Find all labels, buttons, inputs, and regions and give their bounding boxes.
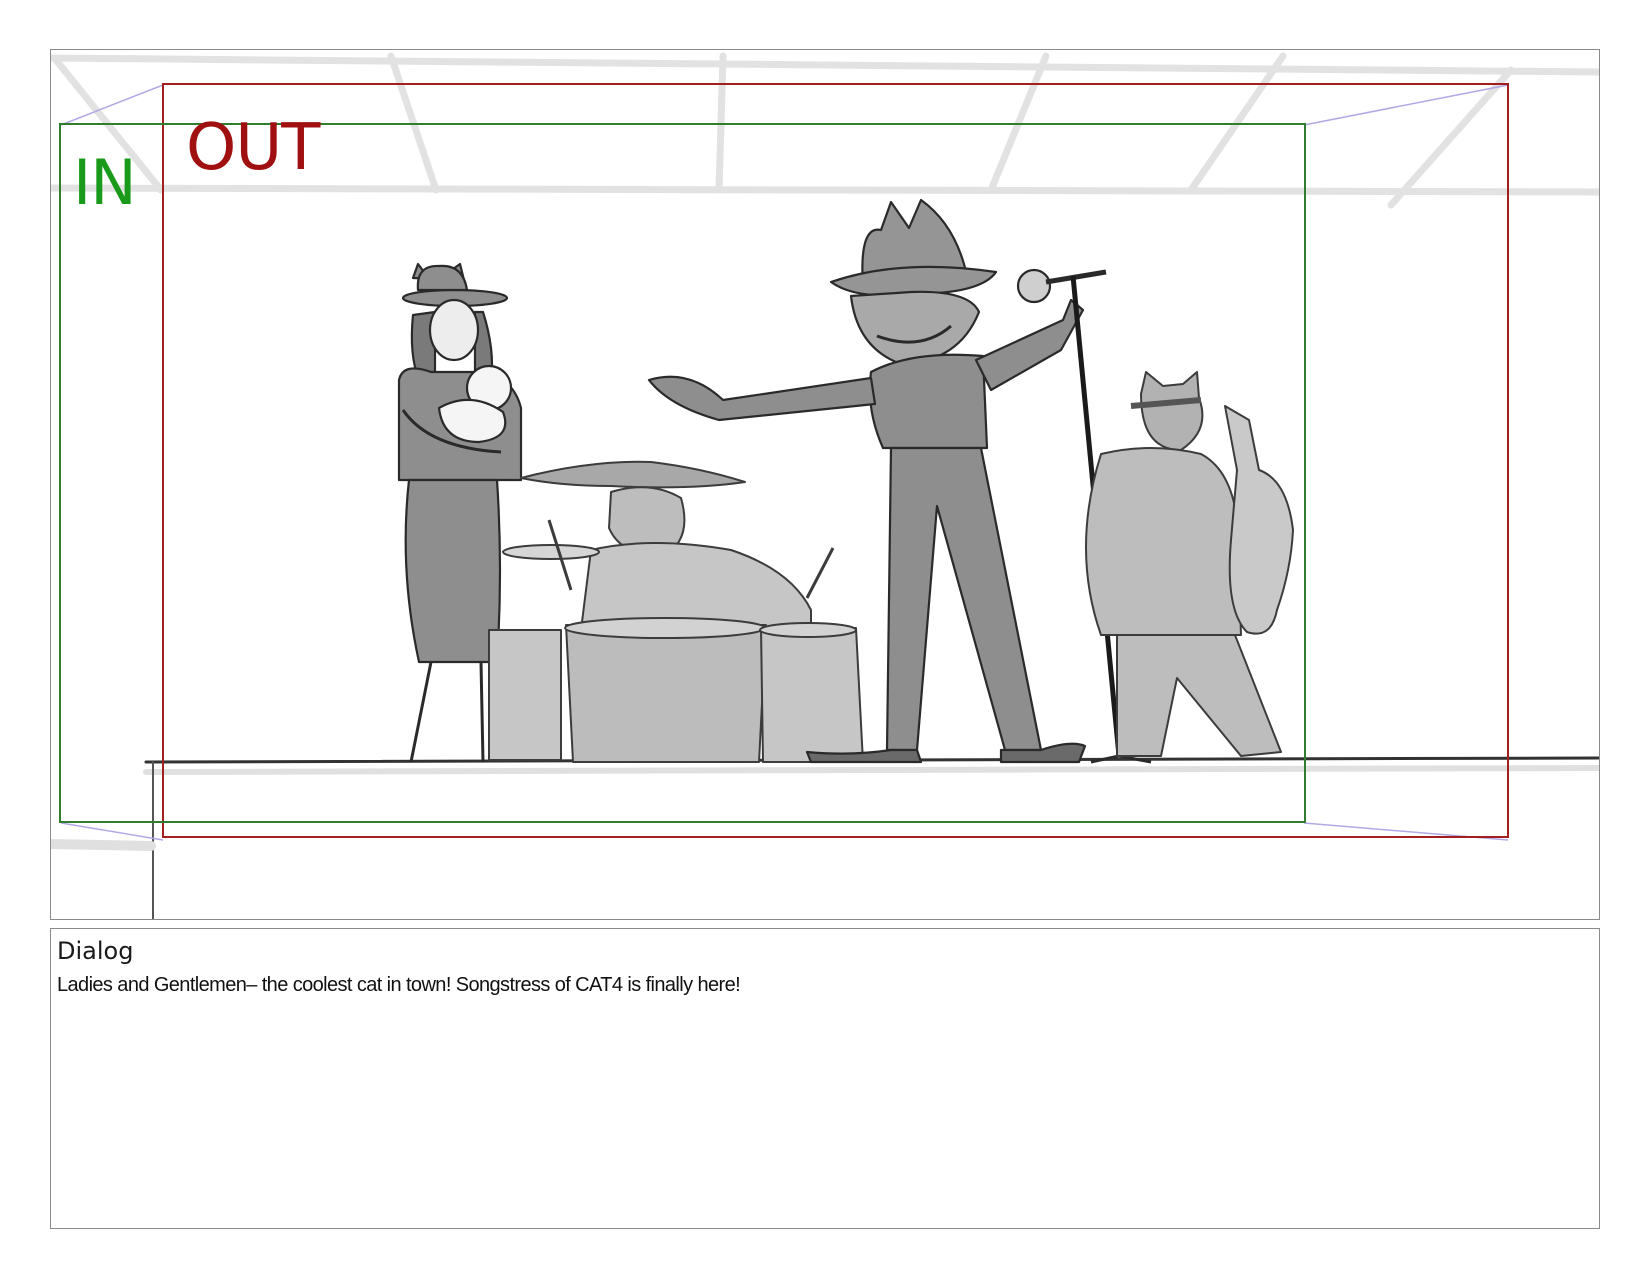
dialog-box: Dialog Ladies and Gentlemen– the coolest… xyxy=(50,928,1600,1229)
dialog-heading: Dialog xyxy=(57,937,134,965)
out-frame-label: OUT xyxy=(186,111,320,185)
dialog-text: Ladies and Gentlemen– the coolest cat in… xyxy=(57,974,741,996)
storyboard-panel: IN OUT xyxy=(50,49,1600,920)
stage-floor xyxy=(51,756,1599,919)
saxophonist-sketch xyxy=(1085,371,1294,757)
drummer-sketch xyxy=(488,460,864,763)
in-frame-label: IN xyxy=(73,146,137,219)
